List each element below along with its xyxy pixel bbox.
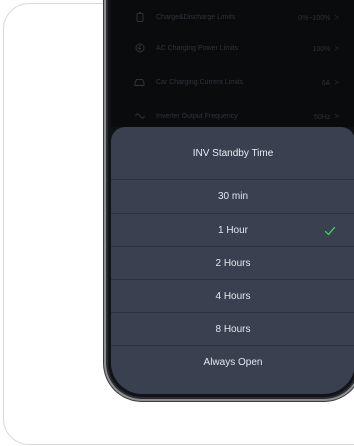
option-always-open[interactable]: Always Open bbox=[111, 346, 354, 379]
sheet-title: INV Standby Time bbox=[192, 147, 274, 159]
option-2-hours[interactable]: 2 Hours bbox=[111, 247, 354, 280]
option-1-hour[interactable]: 1 Hour bbox=[111, 214, 354, 247]
modal-dim-overlay[interactable] bbox=[111, 0, 354, 127]
phone-frame: Charge&Discharge Limits 0%~100% > AC Char… bbox=[108, 0, 354, 397]
phone-screen: Charge&Discharge Limits 0%~100% > AC Char… bbox=[111, 0, 354, 394]
option-8-hours[interactable]: 8 Hours bbox=[111, 313, 354, 346]
option-label: 4 Hours bbox=[215, 291, 251, 302]
option-label: 8 Hours bbox=[215, 324, 251, 335]
standby-time-sheet: INV Standby Time 30 min 1 Hour 2 Hours 4… bbox=[111, 127, 354, 394]
option-label: 2 Hours bbox=[215, 258, 251, 269]
option-label: 1 Hour bbox=[217, 225, 248, 236]
checkmark-icon bbox=[324, 225, 336, 237]
option-label: 30 min bbox=[217, 191, 248, 202]
option-4-hours[interactable]: 4 Hours bbox=[111, 280, 354, 313]
option-label: Always Open bbox=[203, 357, 263, 368]
option-30-min[interactable]: 30 min bbox=[111, 180, 354, 213]
